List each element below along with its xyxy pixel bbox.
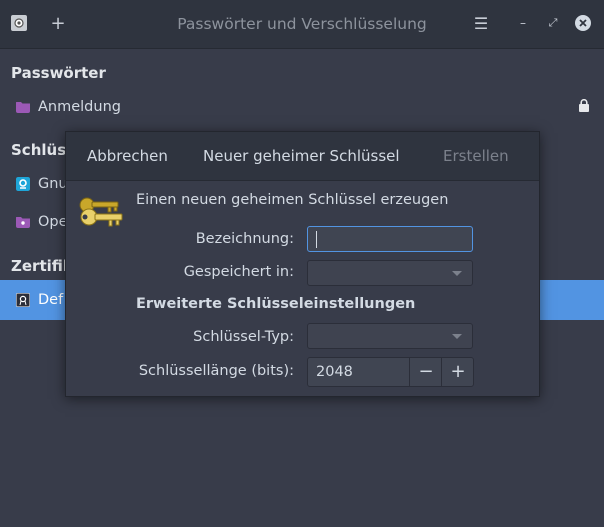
stored-in-select[interactable] [307, 260, 473, 286]
new-secret-key-dialog: Abbrechen Neuer geheimer Schlüssel Erste… [65, 131, 540, 397]
menu-button[interactable]: ☰ [471, 13, 491, 33]
minimize-button[interactable]: – [513, 13, 533, 33]
restore-button[interactable]: ⤢ [543, 13, 563, 33]
create-button[interactable]: Erstellen [443, 132, 509, 180]
increment-button[interactable]: + [441, 358, 474, 386]
key-type-label: Schlüssel-Typ: [193, 329, 294, 345]
keys-icon [79, 197, 123, 227]
key-length-spinner[interactable]: 2048 − + [307, 357, 474, 387]
dialog-header: Abbrechen Neuer geheimer Schlüssel Erste… [66, 132, 539, 181]
list-item-login[interactable]: Anmeldung [0, 87, 604, 127]
list-item-label: Def [38, 292, 64, 308]
section-header-passwords: Passwörter [11, 64, 106, 82]
section-header-certificates: Zertifik [11, 257, 73, 275]
dialog-description: Einen neuen geheimen Schlüssel erzeugen [136, 192, 449, 208]
gnupg-key-icon [16, 177, 30, 191]
decrement-button[interactable]: − [409, 358, 442, 386]
advanced-settings-heading: Erweiterte Schlüsseleinstellungen [136, 296, 416, 312]
chevron-down-icon [452, 271, 462, 276]
key-type-select[interactable] [307, 323, 473, 349]
key-length-value[interactable]: 2048 [316, 358, 353, 386]
cancel-button[interactable]: Abbrechen [87, 132, 168, 180]
text-caret [316, 231, 317, 248]
key-length-label: Schlüssellänge (bits): [138, 363, 294, 379]
name-input[interactable] [307, 226, 473, 252]
stored-in-label: Gespeichert in: [183, 264, 294, 280]
name-label: Bezeichnung: [195, 231, 294, 247]
close-button[interactable] [573, 13, 593, 33]
list-item-label: Ope [38, 214, 68, 230]
title-bar: + Passwörter und Verschlüsselung ☰ – ⤢ [0, 0, 604, 49]
certificate-icon [16, 293, 30, 307]
folder-icon [16, 217, 30, 228]
folder-icon [16, 102, 30, 113]
lock-icon [579, 99, 589, 112]
list-item-label: Gnu [38, 176, 68, 192]
chevron-down-icon [452, 334, 462, 339]
list-item-label: Anmeldung [38, 99, 121, 115]
dialog-title: Neuer geheimer Schlüssel [203, 147, 400, 165]
